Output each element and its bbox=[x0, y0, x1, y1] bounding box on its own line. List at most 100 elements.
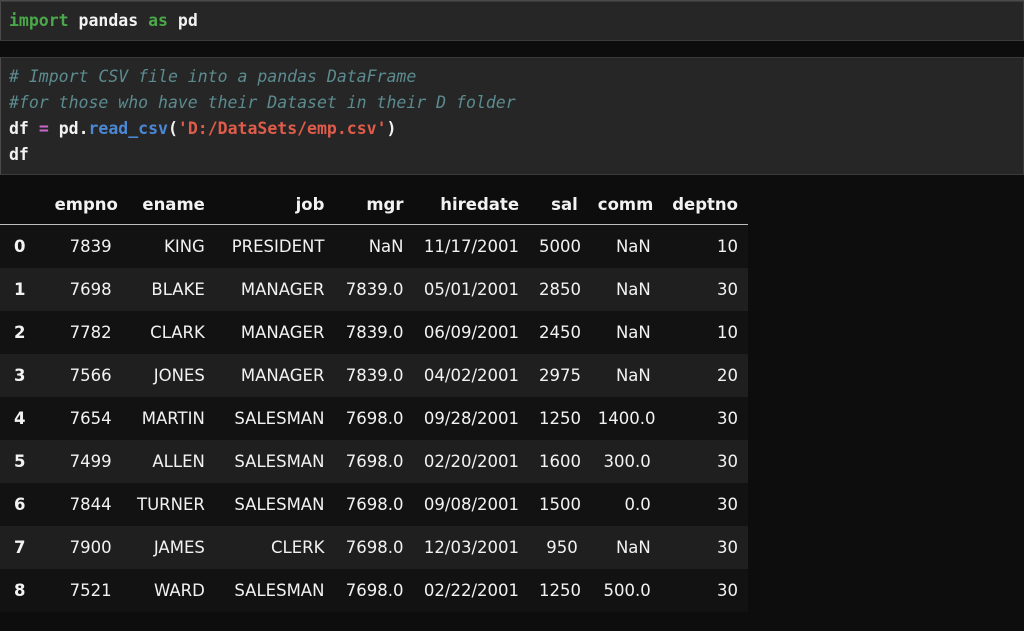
column-header-ename: ename bbox=[122, 189, 215, 225]
column-header-empno: empno bbox=[45, 189, 122, 225]
code-token-comment: #for those who have their Dataset in the… bbox=[9, 93, 516, 112]
cell-empno: 7566 bbox=[45, 354, 122, 397]
cell-empno: 7698 bbox=[45, 268, 122, 311]
cell-deptno: 30 bbox=[661, 526, 748, 569]
cell-deptno: 30 bbox=[661, 268, 748, 311]
row-index: 0 bbox=[0, 225, 45, 269]
cell-sal: 1250 bbox=[529, 397, 588, 440]
cell-hiredate: 09/08/2001 bbox=[413, 483, 529, 526]
row-index: 7 bbox=[0, 526, 45, 569]
row-index: 6 bbox=[0, 483, 45, 526]
dataframe-table: empnoenamejobmgrhiredatesalcommdeptno 07… bbox=[0, 189, 748, 612]
cell-sal: 1600 bbox=[529, 440, 588, 483]
cell-comm: NaN bbox=[588, 268, 661, 311]
cell-empno: 7839 bbox=[45, 225, 122, 269]
cell-mgr: NaN bbox=[334, 225, 413, 269]
cell-job: SALESMAN bbox=[215, 483, 335, 526]
cell-sal: 1500 bbox=[529, 483, 588, 526]
cell-job: CLERK bbox=[215, 526, 335, 569]
code-token-str: 'D:/DataSets/emp.csv' bbox=[178, 119, 387, 138]
table-row: 17698BLAKEMANAGER7839.005/01/20012850NaN… bbox=[0, 268, 748, 311]
cell-read-csv-line-3: df bbox=[9, 142, 1023, 168]
cell-job: MANAGER bbox=[215, 354, 335, 397]
cell-sal: 1250 bbox=[529, 569, 588, 612]
cell-deptno: 20 bbox=[661, 354, 748, 397]
code-token-punct: . bbox=[79, 119, 89, 138]
column-header-comm: comm bbox=[588, 189, 661, 225]
cell-comm: 0.0 bbox=[588, 483, 661, 526]
cell-read-csv[interactable]: # Import CSV file into a pandas DataFram… bbox=[0, 57, 1024, 175]
cell-read-csv-line-1: #for those who have their Dataset in the… bbox=[9, 90, 1023, 116]
cell-job: SALESMAN bbox=[215, 440, 335, 483]
code-token-punct bbox=[138, 11, 148, 30]
cell-deptno: 30 bbox=[661, 483, 748, 526]
cell-deptno: 10 bbox=[661, 225, 748, 269]
dataframe-body: 07839KINGPRESIDENTNaN11/17/20015000NaN10… bbox=[0, 225, 748, 613]
cell-sal: 950 bbox=[529, 526, 588, 569]
cell-read-csv-line-2: df = pd.read_csv('D:/DataSets/emp.csv') bbox=[9, 116, 1023, 142]
cell-hiredate: 11/17/2001 bbox=[413, 225, 529, 269]
code-token-punct bbox=[29, 119, 39, 138]
cell-deptno: 30 bbox=[661, 440, 748, 483]
cell-empno: 7654 bbox=[45, 397, 122, 440]
row-index: 8 bbox=[0, 569, 45, 612]
cell-mgr: 7698.0 bbox=[334, 440, 413, 483]
column-header-hiredate: hiredate bbox=[413, 189, 529, 225]
cell-ename: BLAKE bbox=[122, 268, 215, 311]
column-header-mgr: mgr bbox=[334, 189, 413, 225]
cell-mgr: 7839.0 bbox=[334, 354, 413, 397]
code-token-punct bbox=[168, 11, 178, 30]
cell-comm: NaN bbox=[588, 526, 661, 569]
cell-ename: WARD bbox=[122, 569, 215, 612]
column-header-deptno: deptno bbox=[661, 189, 748, 225]
cell-read-csv-line-0: # Import CSV file into a pandas DataFram… bbox=[9, 64, 1023, 90]
cell-mgr: 7839.0 bbox=[334, 268, 413, 311]
code-token-plain: pandas bbox=[79, 11, 139, 30]
cell-hiredate: 12/03/2001 bbox=[413, 526, 529, 569]
cell-empno: 7844 bbox=[45, 483, 122, 526]
dataframe-header: empnoenamejobmgrhiredatesalcommdeptno bbox=[0, 189, 748, 225]
code-token-op: = bbox=[39, 119, 49, 138]
cell-ename: JONES bbox=[122, 354, 215, 397]
row-index: 1 bbox=[0, 268, 45, 311]
cell-job: SALESMAN bbox=[215, 569, 335, 612]
cell-mgr: 7698.0 bbox=[334, 526, 413, 569]
table-header-row: empnoenamejobmgrhiredatesalcommdeptno bbox=[0, 189, 748, 225]
row-index: 3 bbox=[0, 354, 45, 397]
cell-sal: 2450 bbox=[529, 311, 588, 354]
cell-comm: 300.0 bbox=[588, 440, 661, 483]
dataframe-output: empnoenamejobmgrhiredatesalcommdeptno 07… bbox=[0, 175, 1024, 612]
table-row: 47654MARTINSALESMAN7698.009/28/200112501… bbox=[0, 397, 748, 440]
cell-ename: TURNER bbox=[122, 483, 215, 526]
cell-gap bbox=[0, 41, 1024, 57]
code-token-plain: df bbox=[9, 119, 29, 138]
cell-hiredate: 02/22/2001 bbox=[413, 569, 529, 612]
row-index: 4 bbox=[0, 397, 45, 440]
code-token-plain: pd bbox=[59, 119, 79, 138]
column-header-job: job bbox=[215, 189, 335, 225]
cell-comm: NaN bbox=[588, 354, 661, 397]
cell-job: PRESIDENT bbox=[215, 225, 335, 269]
code-token-kw: as bbox=[148, 11, 168, 30]
cell-hiredate: 09/28/2001 bbox=[413, 397, 529, 440]
cell-deptno: 30 bbox=[661, 569, 748, 612]
code-token-punct bbox=[69, 11, 79, 30]
cell-hiredate: 06/09/2001 bbox=[413, 311, 529, 354]
jupyter-notebook: import pandas as pd # Import CSV file int… bbox=[0, 0, 1024, 631]
cell-job: MANAGER bbox=[215, 268, 335, 311]
cell-sal: 2975 bbox=[529, 354, 588, 397]
column-header-index bbox=[0, 189, 45, 225]
code-token-fn: read_csv bbox=[89, 119, 168, 138]
cell-empno: 7900 bbox=[45, 526, 122, 569]
cell-import[interactable]: import pandas as pd bbox=[0, 1, 1024, 41]
row-index: 5 bbox=[0, 440, 45, 483]
cell-mgr: 7839.0 bbox=[334, 311, 413, 354]
table-row: 37566JONESMANAGER7839.004/02/20012975NaN… bbox=[0, 354, 748, 397]
table-row: 67844TURNERSALESMAN7698.009/08/200115000… bbox=[0, 483, 748, 526]
cell-job: SALESMAN bbox=[215, 397, 335, 440]
cell-sal: 5000 bbox=[529, 225, 588, 269]
table-row: 57499ALLENSALESMAN7698.002/20/2001160030… bbox=[0, 440, 748, 483]
cell-comm: NaN bbox=[588, 311, 661, 354]
code-token-comment: # Import CSV file into a pandas DataFram… bbox=[9, 67, 416, 86]
cell-comm: 1400.0 bbox=[588, 397, 661, 440]
